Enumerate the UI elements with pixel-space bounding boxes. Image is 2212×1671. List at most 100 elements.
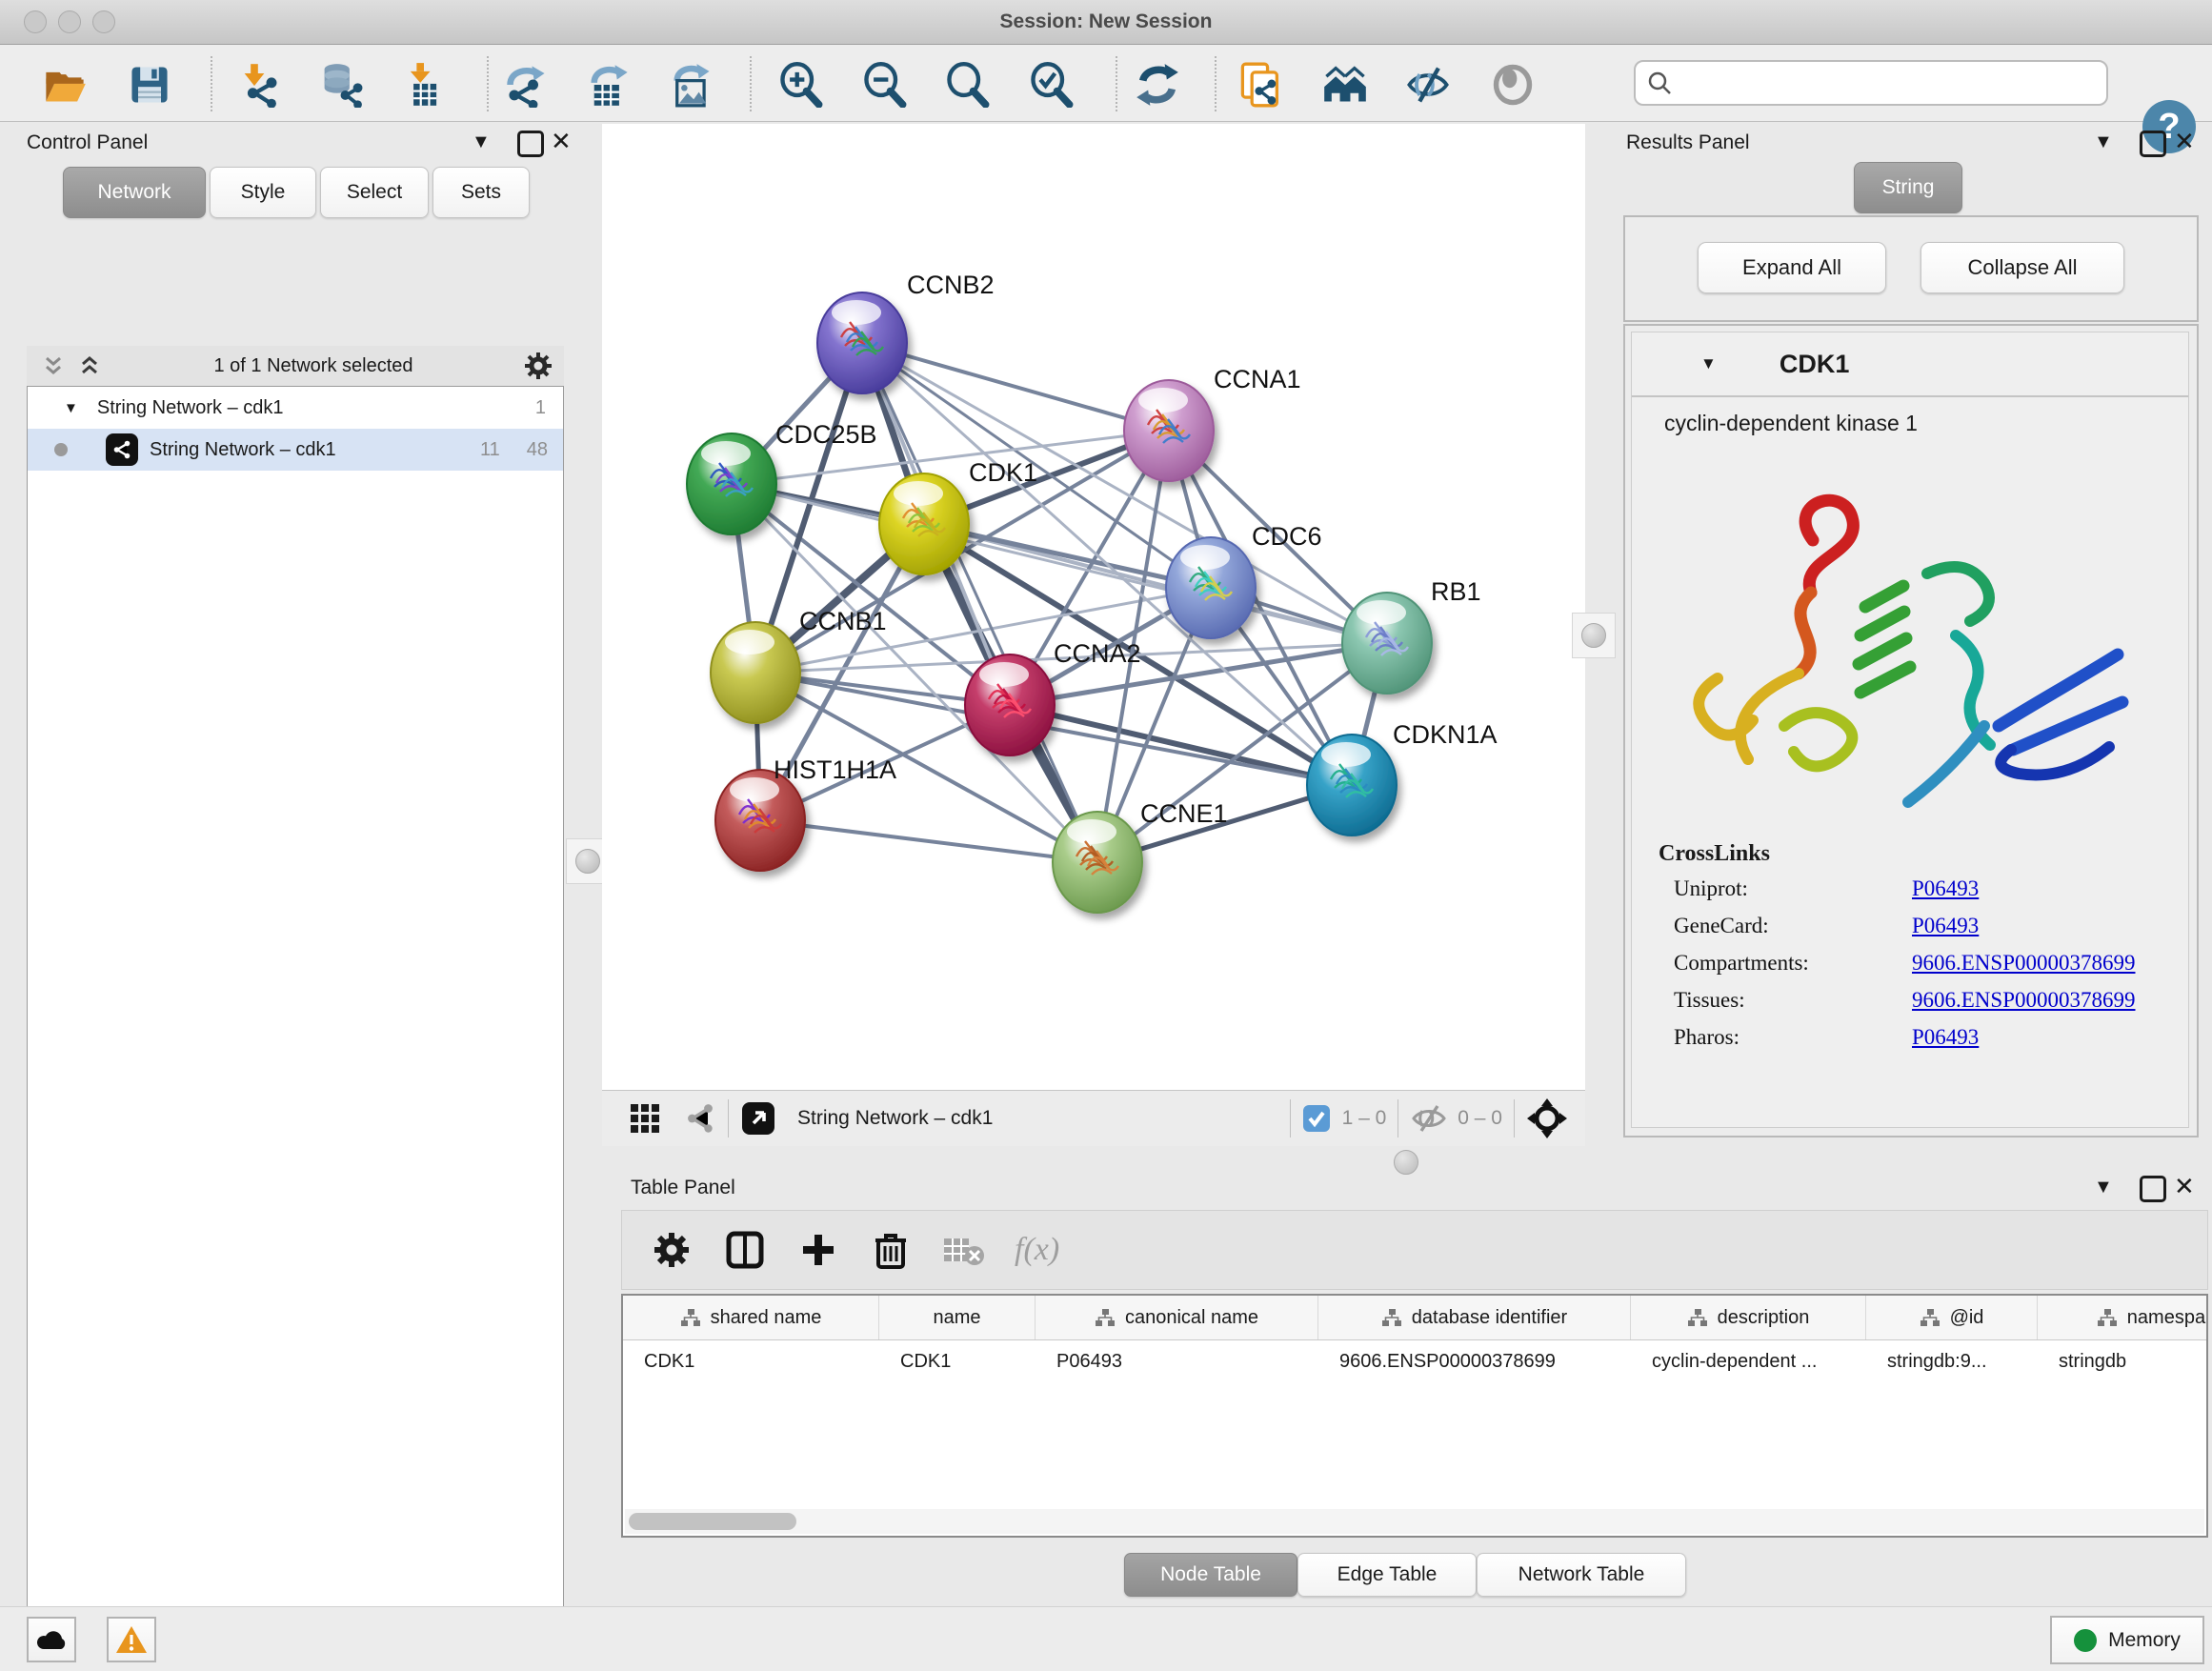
export-table-icon[interactable] xyxy=(586,62,632,108)
delete-column-trash-icon[interactable] xyxy=(872,1231,910,1269)
crosslink-link[interactable]: P06493 xyxy=(1912,1025,1979,1050)
crosslink-link[interactable]: P06493 xyxy=(1912,876,1979,901)
edge-CCNE1-HIST1H1A[interactable] xyxy=(760,820,1097,862)
birds-eye-view-icon[interactable] xyxy=(684,1102,716,1135)
show-columns-icon[interactable] xyxy=(725,1230,765,1270)
table-options-gear-icon[interactable] xyxy=(653,1231,691,1269)
tab-edge-table[interactable]: Edge Table xyxy=(1297,1553,1477,1597)
column-header-canonical-name[interactable]: canonical name xyxy=(1036,1296,1318,1339)
gene-name: CDK1 xyxy=(1780,350,1850,379)
status-bar: Memory xyxy=(0,1606,2212,1671)
edge-CCNB2-CCNA1[interactable] xyxy=(862,343,1169,431)
column-header-namespace[interactable]: namespace xyxy=(2038,1296,2208,1339)
expand-all-networks-icon[interactable] xyxy=(76,352,103,379)
table-cell[interactable]: CDK1 xyxy=(879,1340,1036,1382)
column-header-database-identifier[interactable]: database identifier xyxy=(1318,1296,1631,1339)
selected-checkbox-icon[interactable] xyxy=(1302,1104,1331,1133)
show-all-icon[interactable] xyxy=(1490,62,1536,108)
crosslink-link[interactable]: 9606.ENSP00000378699 xyxy=(1912,988,2136,1013)
network-row-selected[interactable]: String Network – cdk1 11 48 xyxy=(28,429,563,471)
node-CDK1[interactable]: CDK1 xyxy=(879,458,1037,574)
export-image-icon[interactable] xyxy=(669,62,714,108)
results-panel-maximize-icon[interactable] xyxy=(2140,131,2166,157)
gene-expander-icon[interactable]: ▼ xyxy=(1700,354,1717,373)
table-cell[interactable]: P06493 xyxy=(1036,1340,1318,1382)
refresh-view-icon[interactable] xyxy=(1135,62,1180,108)
table-cell[interactable]: stringdb:9... xyxy=(1866,1340,2038,1382)
tab-network-table[interactable]: Network Table xyxy=(1477,1553,1686,1597)
column-header-description[interactable]: description xyxy=(1631,1296,1866,1339)
table-horizontal-scrollbar[interactable] xyxy=(625,1509,2204,1534)
import-network-database-icon[interactable] xyxy=(317,62,363,108)
column-header-label: description xyxy=(1718,1307,1810,1329)
scrollbar-thumb[interactable] xyxy=(629,1513,796,1530)
crosslink-label: Uniprot: xyxy=(1674,876,1912,901)
column-header-@id[interactable]: @id xyxy=(1866,1296,2038,1339)
first-neighbors-icon[interactable] xyxy=(1322,62,1368,108)
edge-CCNB2-CCNE1[interactable] xyxy=(862,343,1097,862)
node-CCNE1[interactable]: CCNE1 xyxy=(1053,799,1228,913)
table-cell[interactable]: CDK1 xyxy=(623,1340,879,1382)
cloud-button[interactable] xyxy=(27,1617,76,1662)
table-panel-float-icon[interactable]: ▼ xyxy=(2094,1177,2113,1198)
fit-content-crosshair-icon[interactable] xyxy=(1526,1097,1568,1139)
memory-button[interactable]: Memory xyxy=(2050,1616,2204,1664)
column-header-name[interactable]: name xyxy=(879,1296,1036,1339)
crosslink-link[interactable]: P06493 xyxy=(1912,914,1979,938)
control-panel-maximize-icon[interactable] xyxy=(517,131,544,157)
clone-network-icon[interactable] xyxy=(1238,62,1284,108)
collapse-all-button[interactable]: Collapse All xyxy=(1920,242,2124,293)
tab-style[interactable]: Style xyxy=(210,167,316,218)
control-panel-float-icon[interactable]: ▼ xyxy=(472,131,491,153)
column-header-shared-name[interactable]: shared name xyxy=(623,1296,879,1339)
expand-all-button[interactable]: Expand All xyxy=(1698,242,1886,293)
node-label-HIST1H1A: HIST1H1A xyxy=(774,755,896,784)
edge-CCNA2-CDKN1A[interactable] xyxy=(1010,705,1352,785)
save-session-icon[interactable] xyxy=(127,62,172,108)
tab-node-table[interactable]: Node Table xyxy=(1124,1553,1297,1597)
tab-sets[interactable]: Sets xyxy=(432,167,530,218)
results-tab-string[interactable]: String xyxy=(1854,162,1962,213)
crosslink-link[interactable]: 9606.ENSP00000378699 xyxy=(1912,951,2136,976)
gene-section-header[interactable]: ▼ CDK1 xyxy=(1632,332,2188,397)
node-CCNB1[interactable]: CCNB1 xyxy=(711,607,887,723)
table-panel-maximize-icon[interactable] xyxy=(2140,1176,2166,1202)
create-column-plus-icon[interactable] xyxy=(799,1231,837,1269)
export-network-icon[interactable] xyxy=(504,62,550,108)
tab-network[interactable]: Network xyxy=(63,167,206,218)
import-table-file-icon[interactable] xyxy=(401,62,447,108)
zoom-fit-icon[interactable] xyxy=(944,62,990,108)
horizontal-splitter-handle[interactable] xyxy=(1394,1150,1418,1175)
table-cell[interactable]: 9606.ENSP00000378699 xyxy=(1318,1340,1631,1382)
table-row[interactable]: CDK1CDK1P064939606.ENSP00000378699cyclin… xyxy=(623,1340,2206,1382)
zoom-selected-icon[interactable] xyxy=(1028,62,1074,108)
search-input[interactable] xyxy=(1679,71,2106,95)
import-network-file-icon[interactable] xyxy=(237,62,283,108)
right-splitter-handle[interactable] xyxy=(1572,613,1616,658)
table-cell[interactable]: cyclin-dependent ... xyxy=(1631,1340,1866,1382)
collapse-all-networks-icon[interactable] xyxy=(40,352,67,379)
control-panel-close-icon[interactable]: ✕ xyxy=(551,127,572,156)
results-panel-float-icon[interactable]: ▼ xyxy=(2094,131,2113,153)
window-title: Session: New Session xyxy=(0,10,2212,33)
warnings-button[interactable] xyxy=(107,1617,156,1662)
node-CCNA1[interactable]: CCNA1 xyxy=(1124,365,1301,481)
collection-expander-icon[interactable]: ▼ xyxy=(64,400,78,416)
node-CDKN1A[interactable]: CDKN1A xyxy=(1307,720,1498,836)
detach-view-icon[interactable] xyxy=(740,1100,776,1137)
open-session-icon[interactable] xyxy=(42,62,88,108)
grid-view-icon[interactable] xyxy=(629,1102,661,1135)
network-canvas[interactable]: CCNB2 CCNA1 CDC25B CDK1 CDC6 RB1 CCNB1 C… xyxy=(602,124,1585,1090)
node-RB1[interactable]: RB1 xyxy=(1342,577,1481,694)
node-label-CCNB1: CCNB1 xyxy=(799,607,887,635)
hide-selected-icon[interactable] xyxy=(1405,62,1451,108)
table-panel-close-icon[interactable]: ✕ xyxy=(2174,1172,2195,1201)
tab-select[interactable]: Select xyxy=(320,167,429,218)
zoom-in-icon[interactable] xyxy=(777,62,823,108)
network-options-gear-icon[interactable] xyxy=(524,352,553,380)
node-HIST1H1A[interactable]: HIST1H1A xyxy=(715,755,896,871)
network-collection-row[interactable]: ▼ String Network – cdk1 1 xyxy=(28,387,563,429)
results-panel-close-icon[interactable]: ✕ xyxy=(2174,127,2195,156)
zoom-out-icon[interactable] xyxy=(861,62,907,108)
table-cell[interactable]: stringdb xyxy=(2038,1340,2208,1382)
